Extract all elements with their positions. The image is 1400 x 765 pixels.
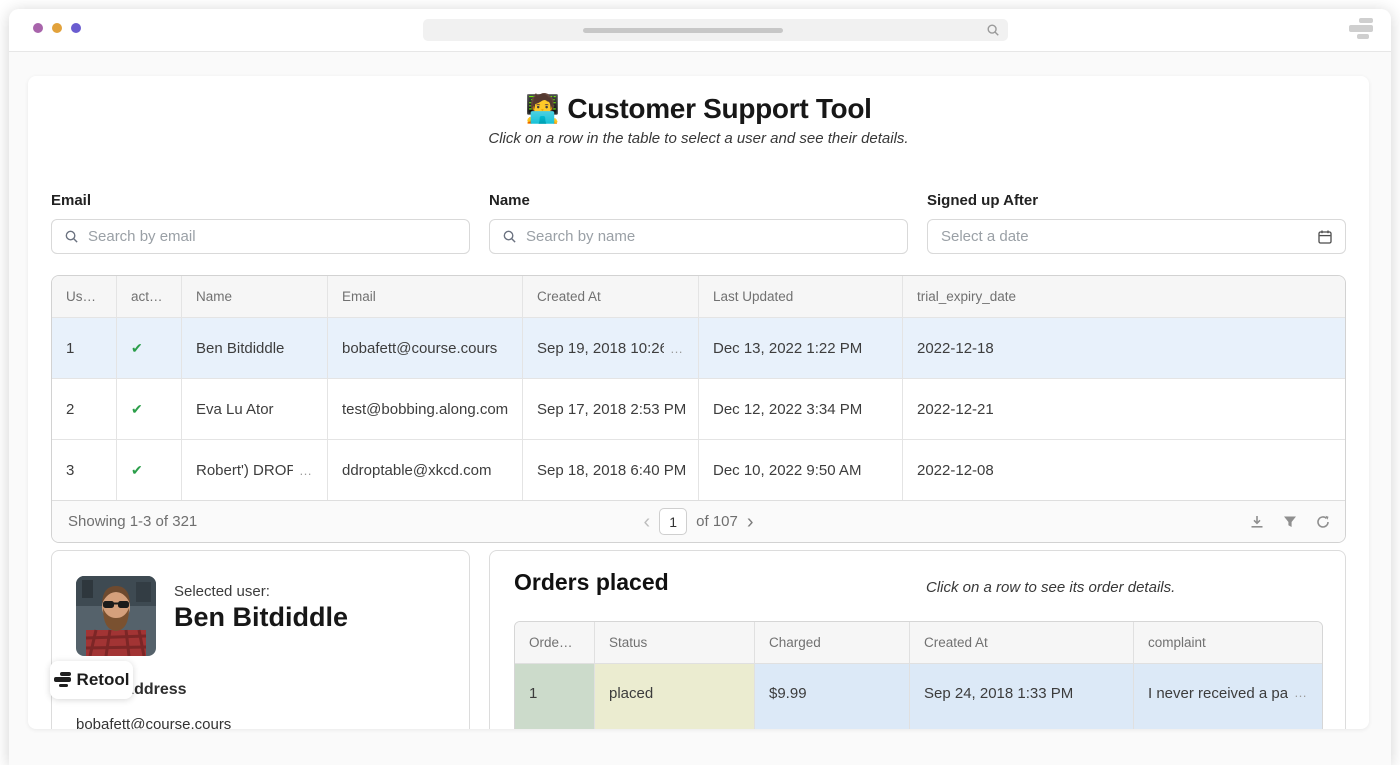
column-header-complaint[interactable]: complaint <box>1133 622 1322 663</box>
email-filter: Email <box>51 192 470 254</box>
name-search-input[interactable] <box>490 220 907 253</box>
cell-order-id: 1 <box>515 664 594 729</box>
window-maximize-button[interactable] <box>71 23 81 33</box>
search-icon <box>986 23 1000 37</box>
cell-status: placed <box>594 664 754 729</box>
cell-charged: $9.99 <box>754 664 909 729</box>
page-subtitle: Click on a row in the table to select a … <box>28 130 1369 147</box>
page-total-label: of 107 <box>696 513 738 530</box>
users-table-footer: Showing 1-3 of 321 ‹ of 107 › <box>52 500 1345 542</box>
email-filter-label: Email <box>51 192 470 209</box>
cell-complaint: I never received a pac… <box>1133 664 1322 729</box>
column-header-charged[interactable]: Charged <box>754 622 909 663</box>
cell-last-updated: Dec 10, 2022 9:50 AM <box>698 440 902 500</box>
column-header-created-at[interactable]: Created At <box>522 276 698 317</box>
column-header-order-id[interactable]: Orde… <box>515 622 594 663</box>
filter-bar: Email Name Signed up After <box>51 192 1346 254</box>
cell-created-at: Sep 18, 2018 6:40 PM <box>522 440 698 500</box>
cell-created-at: Sep 24, 2018 1:33 PM <box>909 664 1133 729</box>
column-header-created-at[interactable]: Created At <box>909 622 1133 663</box>
column-header-email[interactable]: Email <box>327 276 522 317</box>
address-bar-redacted-text <box>583 28 783 33</box>
orders-placed-card: Orders placed Click on a row to see its … <box>489 550 1346 729</box>
cell-name: Robert') DROP… <box>181 440 327 500</box>
previous-page-button[interactable]: ‹ <box>643 512 650 532</box>
window-menu-icon[interactable] <box>1347 18 1373 42</box>
refresh-icon[interactable] <box>1315 514 1331 530</box>
avatar <box>76 576 156 656</box>
check-icon: ✔ <box>131 462 143 479</box>
email-address-value: bobafett@course.cours <box>76 716 231 729</box>
cell-active: ✔ <box>116 379 181 439</box>
browser-window: 🧑‍💻 Customer Support Tool Click on a row… <box>9 9 1391 765</box>
cell-created-at: Sep 19, 2018 10:26… <box>522 318 698 378</box>
selected-user-card: Selected user: Ben Bitdiddle Email Addre… <box>51 550 470 729</box>
cell-last-updated: Dec 12, 2022 3:34 PM <box>698 379 902 439</box>
search-icon <box>502 229 517 244</box>
name-filter: Name <box>489 192 908 254</box>
check-icon: ✔ <box>131 340 143 357</box>
cell-trial-expiry-date: 2022-12-08 <box>902 440 1345 500</box>
table-row[interactable]: 2 ✔ Eva Lu Ator test@bobbing.along.com S… <box>52 378 1345 439</box>
users-table-header: Us… act… Name Email Created At Last Upda… <box>52 276 1345 317</box>
selected-user-name: Ben Bitdiddle <box>174 602 348 633</box>
column-header-last-updated[interactable]: Last Updated <box>698 276 902 317</box>
cell-active: ✔ <box>116 440 181 500</box>
overflow-ellipsis[interactable]: … <box>1294 685 1308 700</box>
date-picker-input[interactable] <box>928 220 1345 253</box>
column-header-name[interactable]: Name <box>181 276 327 317</box>
cell-last-updated: Dec 13, 2022 1:22 PM <box>698 318 902 378</box>
name-filter-label: Name <box>489 192 908 209</box>
cell-name: Eva Lu Ator <box>181 379 327 439</box>
cell-trial-expiry-date: 2022-12-18 <box>902 318 1345 378</box>
cell-email: ddroptable@xkcd.com <box>327 440 522 500</box>
row-count-status: Showing 1-3 of 321 <box>68 513 197 530</box>
table-row[interactable]: 1 placed $9.99 Sep 24, 2018 1:33 PM I ne… <box>515 663 1322 729</box>
cell-user-id: 3 <box>52 440 116 500</box>
overflow-ellipsis[interactable]: … <box>299 463 313 478</box>
column-header-user-id[interactable]: Us… <box>52 276 116 317</box>
page-number-input[interactable] <box>659 508 687 535</box>
column-header-trial-expiry-date[interactable]: trial_expiry_date <box>902 276 1345 317</box>
browser-titlebar <box>9 9 1391 52</box>
window-controls <box>33 23 81 33</box>
address-bar[interactable] <box>423 19 1008 41</box>
users-table: Us… act… Name Email Created At Last Upda… <box>51 275 1346 543</box>
column-header-status[interactable]: Status <box>594 622 754 663</box>
cell-user-id: 1 <box>52 318 116 378</box>
orders-table: Orde… Status Charged Created At complain… <box>514 621 1323 729</box>
overflow-ellipsis[interactable]: … <box>670 341 684 356</box>
signed-up-after-label: Signed up After <box>927 192 1346 209</box>
search-icon <box>64 229 79 244</box>
orders-title: Orders placed <box>514 569 669 596</box>
retool-logo-icon <box>54 672 71 689</box>
cell-trial-expiry-date: 2022-12-21 <box>902 379 1345 439</box>
next-page-button[interactable]: › <box>747 512 754 532</box>
download-icon[interactable] <box>1249 514 1265 530</box>
table-row[interactable]: 3 ✔ Robert') DROP… ddroptable@xkcd.com S… <box>52 439 1345 500</box>
retool-badge[interactable]: Retool <box>50 661 133 699</box>
signed-up-after-filter: Signed up After <box>927 192 1346 254</box>
page-title: 🧑‍💻 Customer Support Tool <box>28 92 1369 125</box>
cell-user-id: 2 <box>52 379 116 439</box>
orders-subtitle: Click on a row to see its order details. <box>926 579 1175 596</box>
window-close-button[interactable] <box>33 23 43 33</box>
orders-table-header: Orde… Status Charged Created At complain… <box>515 622 1322 663</box>
cell-email: bobafett@course.cours <box>327 318 522 378</box>
cell-created-at: Sep 17, 2018 2:53 PM <box>522 379 698 439</box>
filter-icon[interactable] <box>1282 514 1298 530</box>
app-panel: 🧑‍💻 Customer Support Tool Click on a row… <box>28 76 1369 729</box>
cell-email: test@bobbing.along.com <box>327 379 522 439</box>
window-minimize-button[interactable] <box>52 23 62 33</box>
table-row[interactable]: 1 ✔ Ben Bitdiddle bobafett@course.cours … <box>52 317 1345 378</box>
column-header-active[interactable]: act… <box>116 276 181 317</box>
cell-active: ✔ <box>116 318 181 378</box>
check-icon: ✔ <box>131 401 143 418</box>
selected-user-label: Selected user: <box>174 583 270 600</box>
retool-badge-label: Retool <box>77 670 130 690</box>
cell-name: Ben Bitdiddle <box>181 318 327 378</box>
email-search-input[interactable] <box>52 220 469 253</box>
pagination: ‹ of 107 › <box>643 508 753 535</box>
calendar-icon[interactable] <box>1317 229 1333 245</box>
